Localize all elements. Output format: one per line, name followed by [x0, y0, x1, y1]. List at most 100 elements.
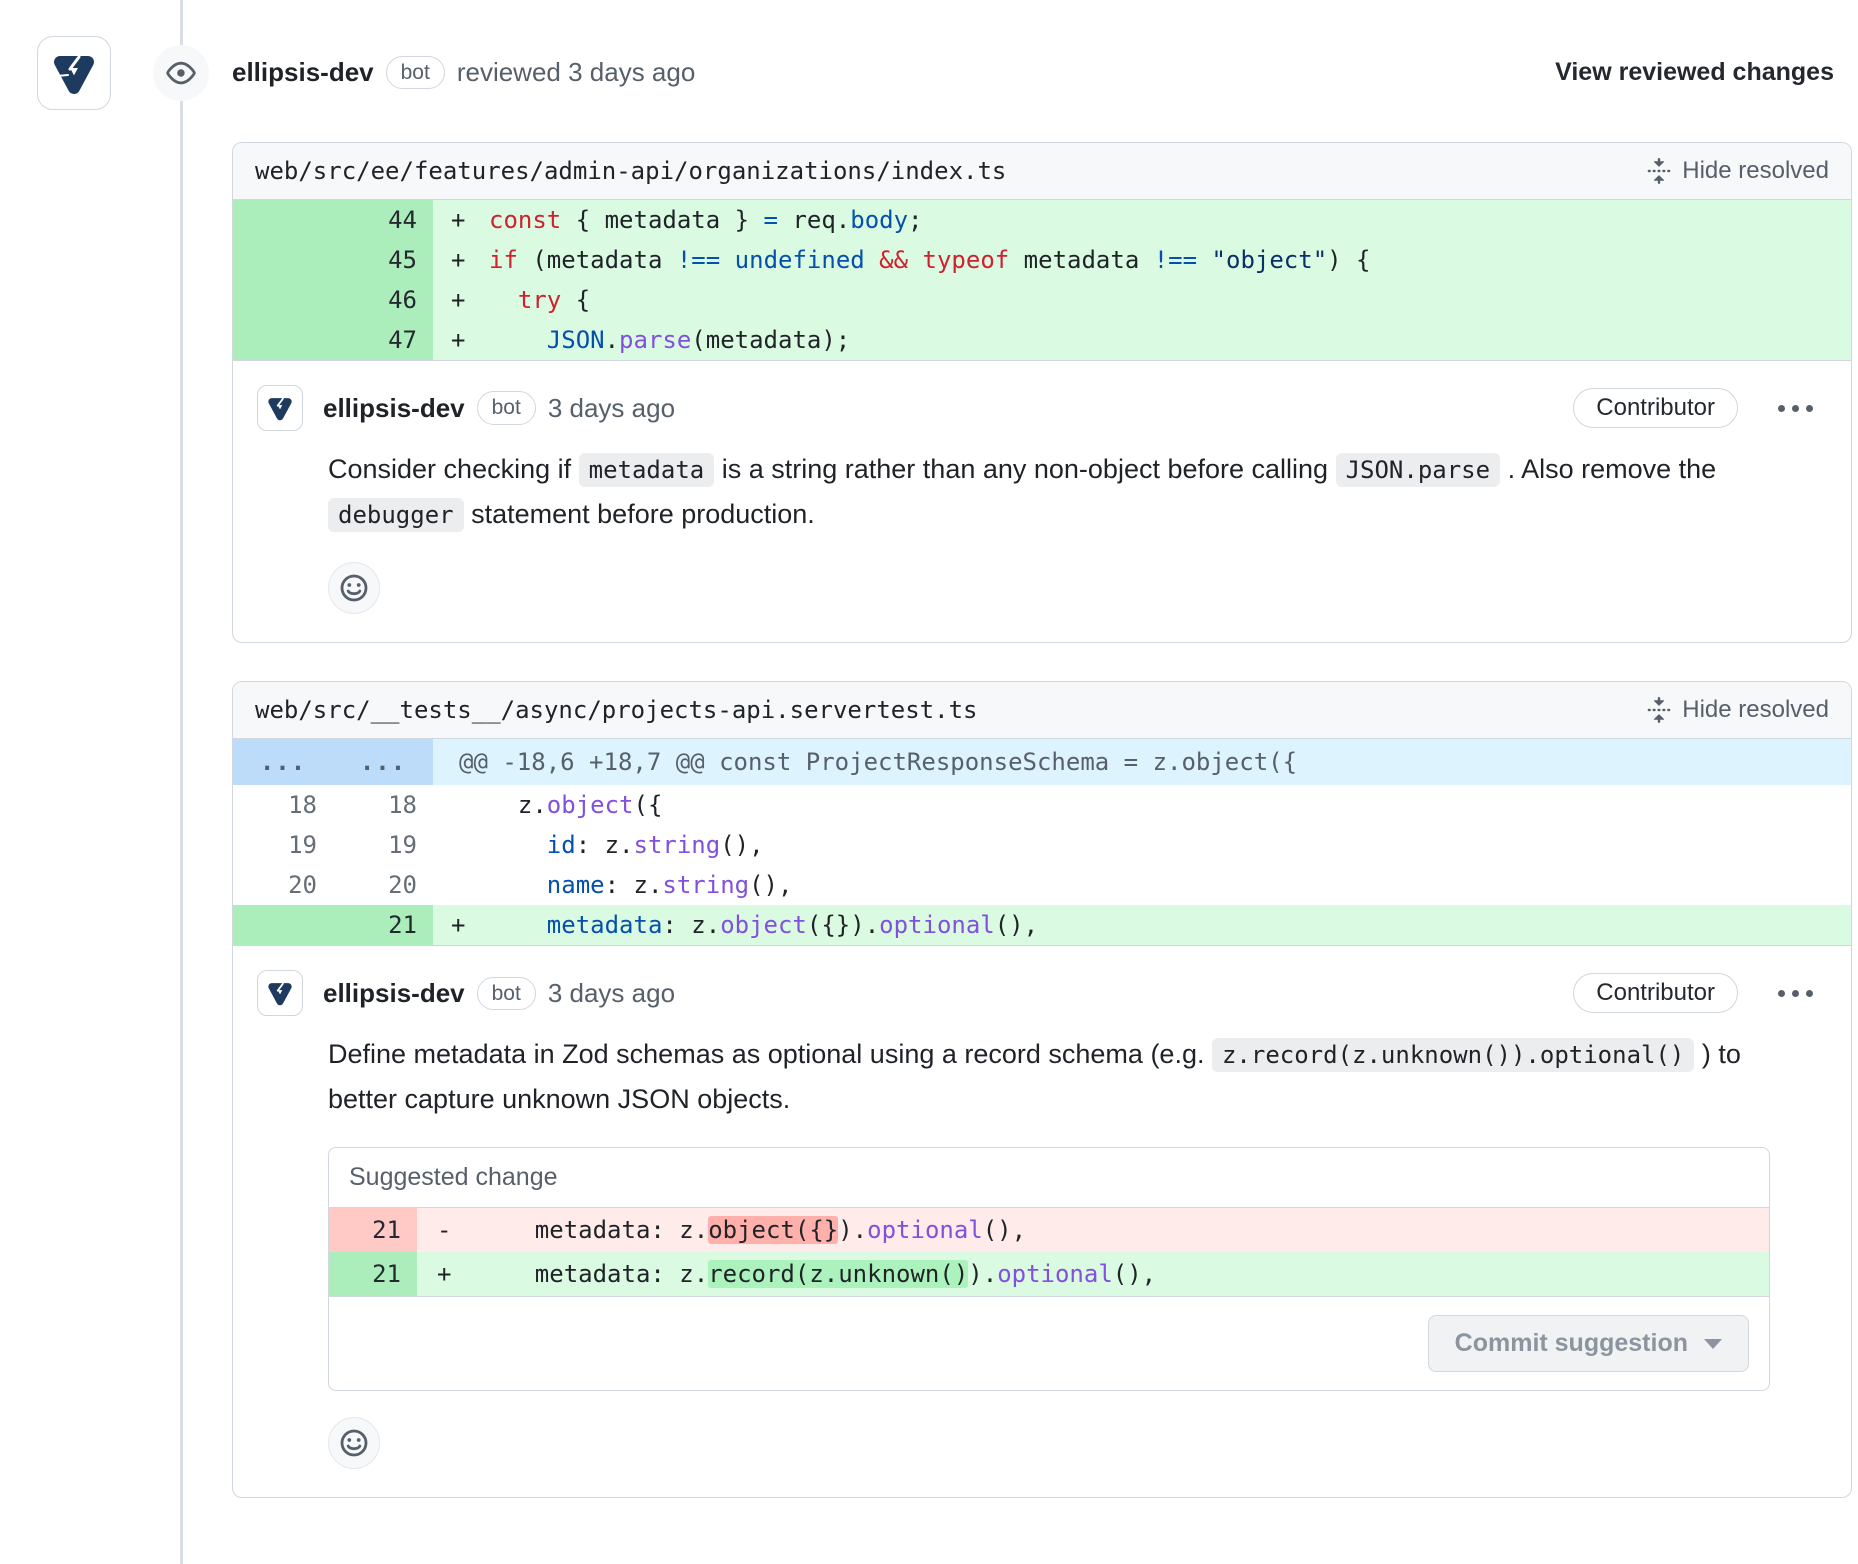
- hide-resolved-button[interactable]: Hide resolved: [1646, 157, 1829, 185]
- hide-resolved-label: Hide resolved: [1682, 696, 1829, 724]
- diff-line-context: 18 18 z.object({: [233, 785, 1851, 825]
- hunk-old-marker: ...: [233, 739, 333, 785]
- timeline-line: [180, 0, 183, 1564]
- chevron-down-icon: [1704, 1339, 1722, 1349]
- diff-line-added: 44 + const { metadata } = req.body;: [233, 200, 1851, 240]
- old-line-number: [233, 280, 333, 320]
- code-line: metadata: z.record(z.unknown()).optional…: [477, 1260, 1769, 1288]
- smiley-icon: [339, 573, 369, 603]
- comment-body: Define metadata in Zod schemas as option…: [328, 1032, 1813, 1121]
- review-author[interactable]: ellipsis-dev: [232, 57, 374, 88]
- file-path-link[interactable]: web/src/__tests__/async/projects-api.ser…: [255, 696, 977, 724]
- commit-suggestion-label: Commit suggestion: [1455, 1329, 1688, 1358]
- file-path-link[interactable]: web/src/ee/features/admin-api/organizati…: [255, 157, 1006, 185]
- code-line: metadata: z.object({}).optional(),: [477, 1216, 1769, 1244]
- old-line-number: [233, 905, 333, 945]
- comment: ellipsis-dev bot 3 days ago Contributor …: [233, 361, 1851, 642]
- view-reviewed-changes-link[interactable]: View reviewed changes: [1555, 58, 1834, 87]
- inline-code: JSON.parse: [1336, 453, 1501, 487]
- fold-icon: [1646, 697, 1672, 723]
- comment-author[interactable]: ellipsis-dev: [323, 393, 465, 424]
- comment-body: Consider checking if metadata is a strin…: [328, 447, 1813, 536]
- new-line-number: 19: [333, 825, 433, 865]
- add-reaction-button[interactable]: [328, 562, 380, 614]
- hide-resolved-label: Hide resolved: [1682, 157, 1829, 185]
- inline-code: debugger: [328, 498, 464, 532]
- suggested-change-block: Suggested change 21 - metadata: z.object…: [328, 1147, 1770, 1391]
- diff-sign: +: [433, 286, 489, 314]
- inline-code: z.record(z.unknown()).optional(): [1212, 1038, 1694, 1072]
- code-line: z.object({: [489, 791, 1851, 819]
- contributor-badge: Contributor: [1573, 388, 1738, 428]
- old-line-number: 18: [233, 785, 333, 825]
- suggested-change-title: Suggested change: [329, 1148, 1769, 1208]
- new-line-number: 18: [333, 785, 433, 825]
- avatar[interactable]: [257, 385, 303, 431]
- avatar[interactable]: [257, 970, 303, 1016]
- code-line: id: z.string(),: [489, 831, 1851, 859]
- ellipsis-dev-logo-icon: [50, 49, 98, 97]
- line-number: 21: [329, 1252, 417, 1296]
- fold-icon: [1646, 158, 1672, 184]
- code-line: metadata: z.object({}).optional(),: [489, 911, 1851, 939]
- diff-sign: -: [417, 1216, 477, 1244]
- ellipsis-dev-logo-icon: [266, 979, 294, 1007]
- diff-sign: +: [433, 246, 489, 274]
- suggestion-footer: Commit suggestion: [329, 1296, 1769, 1390]
- old-line-number: [233, 240, 333, 280]
- code-line: name: z.string(),: [489, 871, 1851, 899]
- pull-request-review-thread: ellipsis-dev bot reviewed 3 days ago Vie…: [0, 0, 1858, 1564]
- hunk-header-row: ... ... @@ -18,6 +18,7 @@ const ProjectR…: [233, 739, 1851, 785]
- diff-line-context: 19 19 id: z.string(),: [233, 825, 1851, 865]
- comment: ellipsis-dev bot 3 days ago Contributor …: [233, 946, 1851, 1497]
- old-line-number: 20: [233, 865, 333, 905]
- avatar[interactable]: [37, 36, 111, 110]
- bot-badge: bot: [386, 56, 445, 89]
- new-line-number: 20: [333, 865, 433, 905]
- new-line-number: 47: [333, 320, 433, 360]
- code-line: if (metadata !== undefined && typeof met…: [489, 246, 1851, 274]
- new-line-number: 21: [333, 905, 433, 945]
- suggestion-line-removed: 21 - metadata: z.object({}).optional(),: [329, 1208, 1769, 1252]
- old-line-number: [233, 320, 333, 360]
- file-header: web/src/ee/features/admin-api/organizati…: [233, 143, 1851, 200]
- ellipsis-dev-logo-icon: [266, 394, 294, 422]
- code-line: try {: [489, 286, 1851, 314]
- old-line-number: 19: [233, 825, 333, 865]
- contributor-badge: Contributor: [1573, 973, 1738, 1013]
- new-line-number: 44: [333, 200, 433, 240]
- add-reaction-button[interactable]: [328, 1417, 380, 1469]
- hunk-header-text: @@ -18,6 +18,7 @@ const ProjectResponseS…: [433, 748, 1297, 776]
- inline-code: metadata: [579, 453, 715, 487]
- review-comment-card-1: web/src/ee/features/admin-api/organizati…: [232, 142, 1852, 643]
- hunk-new-marker: ...: [333, 739, 433, 785]
- diff-block: 44 + const { metadata } = req.body; 45 +…: [233, 200, 1851, 361]
- bot-badge: bot: [477, 977, 536, 1010]
- old-line-number: [233, 200, 333, 240]
- review-action-text: reviewed 3 days ago: [457, 57, 695, 88]
- diff-line-added: 46 + try {: [233, 280, 1851, 320]
- eye-icon: [153, 45, 209, 101]
- new-line-number: 46: [333, 280, 433, 320]
- line-number: 21: [329, 1208, 417, 1252]
- code-line: JSON.parse(metadata);: [489, 326, 1851, 354]
- kebab-icon[interactable]: [1776, 984, 1815, 1003]
- commit-suggestion-button[interactable]: Commit suggestion: [1428, 1315, 1749, 1372]
- diff-sign: +: [433, 326, 489, 354]
- hide-resolved-button[interactable]: Hide resolved: [1646, 696, 1829, 724]
- diff-line-added: 21 + metadata: z.object({}).optional(),: [233, 905, 1851, 945]
- comment-timestamp[interactable]: 3 days ago: [548, 978, 675, 1009]
- diff-line-context: 20 20 name: z.string(),: [233, 865, 1851, 905]
- suggestion-line-added: 21 + metadata: z.record(z.unknown()).opt…: [329, 1252, 1769, 1296]
- review-header: ellipsis-dev bot reviewed 3 days ago Vie…: [0, 0, 1858, 118]
- kebab-icon[interactable]: [1776, 399, 1815, 418]
- bot-badge: bot: [477, 391, 536, 424]
- diff-block: ... ... @@ -18,6 +18,7 @@ const ProjectR…: [233, 739, 1851, 946]
- diff-line-added: 47 + JSON.parse(metadata);: [233, 320, 1851, 360]
- comment-author[interactable]: ellipsis-dev: [323, 978, 465, 1009]
- code-line: const { metadata } = req.body;: [489, 206, 1851, 234]
- diff-sign: +: [433, 911, 489, 939]
- review-comment-card-2: web/src/__tests__/async/projects-api.ser…: [232, 681, 1852, 1498]
- comment-timestamp[interactable]: 3 days ago: [548, 393, 675, 424]
- diff-line-added: 45 + if (metadata !== undefined && typeo…: [233, 240, 1851, 280]
